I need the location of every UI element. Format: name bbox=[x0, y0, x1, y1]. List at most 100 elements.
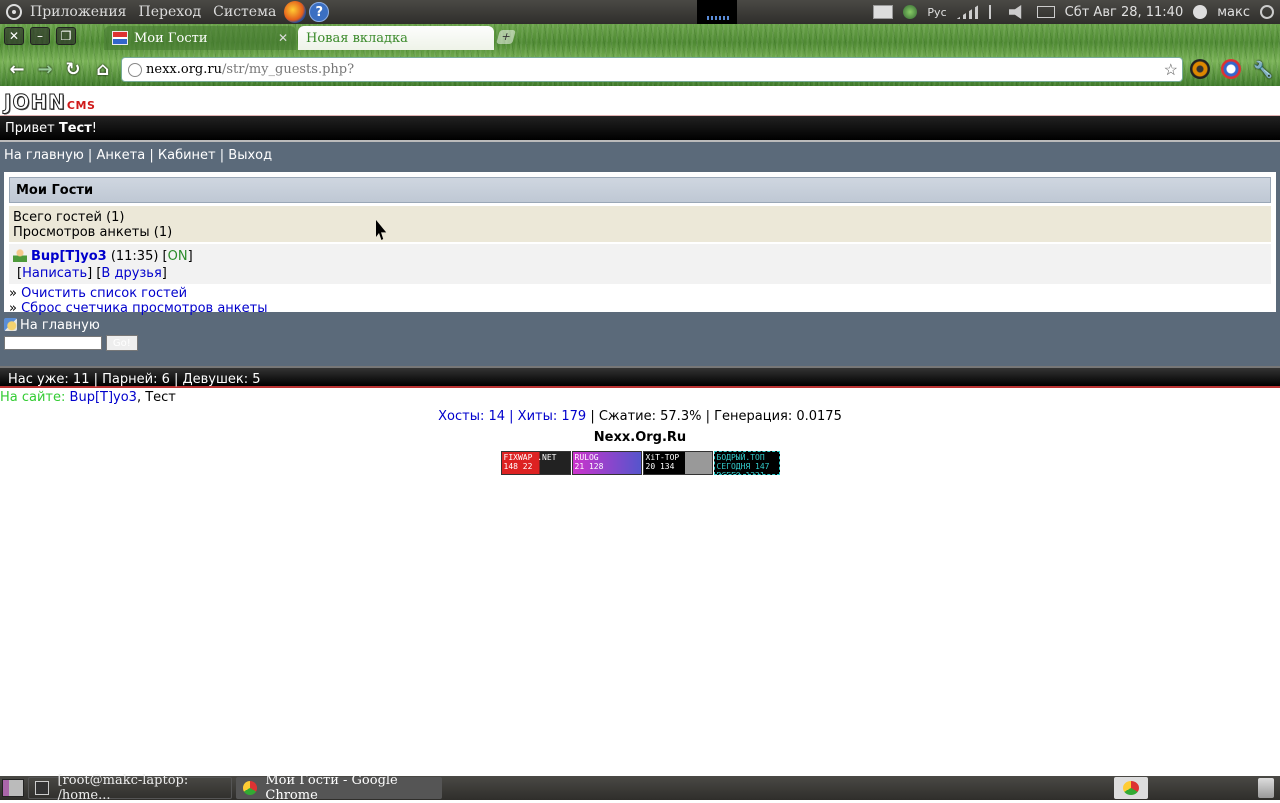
greeting-prefix: Привет bbox=[5, 121, 59, 136]
power-icon[interactable] bbox=[1260, 5, 1274, 19]
nav-logout[interactable]: Выход bbox=[228, 148, 272, 163]
clear-guests-link[interactable]: Очистить список гостей bbox=[21, 286, 187, 301]
applications-menu[interactable]: Приложения bbox=[30, 4, 126, 20]
mail-icon[interactable] bbox=[1036, 6, 1055, 18]
site-name: Nexx.Org.Ru bbox=[593, 430, 687, 445]
banner-top: XiT-TOP bbox=[645, 453, 680, 462]
address-bar[interactable]: nexx.org.ru/str/my_guests.php? ☆ bbox=[121, 57, 1183, 82]
minimize-window-icon[interactable]: – bbox=[30, 27, 50, 45]
maximize-window-icon[interactable]: ❐ bbox=[56, 27, 76, 45]
gps-navigator-select[interactable]: GPS Навигатор ▼ bbox=[4, 336, 102, 350]
bodryi-top-banner[interactable]: БОДРЫЙ.ТОПСЕГОДНЯ 147 ВСЕГО 1221 bbox=[713, 451, 780, 475]
fixwap-banner[interactable]: FIXWAP .NET 148 22 bbox=[500, 451, 571, 475]
total-guests: Всего гостей (1) bbox=[13, 210, 125, 225]
network-globe-icon[interactable] bbox=[903, 5, 918, 19]
banner-bottom: СЕГОДНЯ 147 ВСЕГО 1221 bbox=[716, 462, 770, 474]
go-button[interactable]: Go! bbox=[105, 335, 138, 351]
counter-banners: FIXWAP .NET 148 22 RULOG 21 128 XiT-TOP 20 … bbox=[0, 451, 1280, 475]
system-menu[interactable]: Система bbox=[213, 4, 276, 20]
user-icon bbox=[13, 248, 27, 262]
close-window-icon[interactable]: ✕ bbox=[4, 27, 24, 45]
online-label: На сайте: bbox=[0, 390, 66, 405]
forward-icon[interactable]: → bbox=[34, 58, 56, 80]
user-status-icon[interactable] bbox=[1193, 5, 1208, 19]
show-desktop-icon[interactable] bbox=[2, 779, 24, 797]
wrench-menu-icon[interactable]: 🔧 bbox=[1252, 58, 1274, 80]
keyboard-layout-indicator[interactable]: Рус bbox=[927, 6, 946, 19]
write-message-link[interactable]: Написать bbox=[22, 266, 87, 281]
banner-bottom: 20 134 bbox=[645, 462, 675, 471]
footer-stats: Нас уже: 11 | Парней: 6 | Девушек: 5 bbox=[0, 366, 1280, 388]
tab-my-guests[interactable]: Мои Гости ✕ bbox=[104, 26, 296, 50]
site-favicon-icon bbox=[112, 31, 128, 45]
guest-name-link[interactable]: Bup[T]yo3 bbox=[31, 249, 107, 264]
page-info-icon[interactable] bbox=[128, 63, 142, 77]
home-icon bbox=[4, 318, 17, 331]
page-title: Мои Гости bbox=[9, 177, 1271, 203]
online-user: Тест bbox=[145, 390, 176, 405]
tab-title: Новая вкладка bbox=[306, 30, 408, 46]
system-monitor-applet[interactable] bbox=[697, 0, 737, 24]
user-name[interactable]: макс bbox=[1217, 5, 1250, 20]
site-counters: Хосты: 14 | Хиты: 179 | Сжатие: 57.3% | … bbox=[0, 409, 1280, 424]
nav-cabinet[interactable]: Кабинет bbox=[158, 148, 216, 163]
workspace-switcher[interactable] bbox=[1114, 777, 1148, 799]
bookmark-star-icon[interactable]: ☆ bbox=[1164, 60, 1178, 79]
banner-top: RULOG bbox=[574, 453, 599, 462]
tab-new-tab[interactable]: Новая вкладка bbox=[298, 26, 494, 50]
url-path: /str/my_guests.php? bbox=[221, 62, 355, 77]
task-label: Мои Гости - Google Chrome bbox=[265, 773, 398, 803]
rulog-banner[interactable]: RULOG 21 128 bbox=[571, 451, 642, 475]
gps-select-value: GPS Навигатор bbox=[8, 337, 88, 349]
tab-title: Мои Гости bbox=[134, 30, 208, 46]
terminal-icon bbox=[35, 781, 50, 795]
xittop-banner[interactable]: XiT-TOP 20 134 bbox=[642, 451, 713, 475]
greeting-bar: Привет Тест! bbox=[0, 116, 1280, 142]
new-tab-button[interactable]: + bbox=[496, 30, 516, 44]
logo-subtext: CMS bbox=[66, 99, 96, 112]
add-friend-link[interactable]: В друзья bbox=[101, 266, 161, 281]
hosts-hits-link[interactable]: Хосты: 14 | Хиты: 179 bbox=[438, 409, 586, 424]
web-page: JOHN CMS Привет Тест! На главную | Анкета… bbox=[0, 86, 1280, 776]
profile-views: Просмотров анкеты (1) bbox=[13, 225, 173, 240]
online-users: На сайте: Bup[T]yo3, Тест bbox=[0, 390, 176, 405]
bottom-panel: [root@makc-laptop: /home... Мои Гости - … bbox=[0, 773, 1280, 803]
chrome-icon bbox=[243, 781, 258, 795]
home-link[interactable]: На главную bbox=[20, 318, 100, 333]
tab-close-icon[interactable]: ✕ bbox=[278, 31, 288, 45]
banner-bottom: 21 128 bbox=[574, 462, 604, 471]
task-chrome[interactable]: Мои Гости - Google Chrome bbox=[236, 773, 442, 803]
nav-profile[interactable]: Анкета bbox=[96, 148, 145, 163]
wireless-signal-icon[interactable] bbox=[956, 5, 979, 19]
display-icon[interactable] bbox=[873, 5, 894, 19]
home-icon[interactable]: ⌂ bbox=[92, 58, 114, 80]
seo-extension-icon[interactable] bbox=[1221, 59, 1241, 79]
site-logo[interactable]: JOHN CMS bbox=[4, 90, 96, 115]
guest-stats: Всего гостей (1) Просмотров анкеты (1) bbox=[9, 206, 1271, 242]
extension-icon[interactable] bbox=[1190, 59, 1210, 79]
back-icon[interactable]: ← bbox=[6, 58, 28, 80]
guests-panel: Мои Гости Всего гостей (1) Просмотров ан… bbox=[4, 172, 1276, 316]
clock[interactable]: Сбт Авг 28, 11:40 bbox=[1065, 5, 1184, 20]
places-menu[interactable]: Переход bbox=[138, 4, 201, 20]
greeting-suffix: ! bbox=[91, 121, 97, 136]
top-panel: Приложения Переход Система ? Рус Сбт Авг… bbox=[0, 0, 1280, 24]
trash-icon[interactable] bbox=[1258, 778, 1274, 798]
reset-views-link[interactable]: Сброс счетчика просмотров анкеты bbox=[21, 301, 267, 316]
chrome-icon bbox=[1123, 781, 1139, 795]
reload-icon[interactable]: ↻ bbox=[62, 58, 84, 80]
firefox-launcher-icon[interactable] bbox=[284, 1, 307, 23]
greeting-name: Тест bbox=[58, 121, 92, 136]
list-item: Bup[T]yo3 (11:35) [ON] [Написать] [В дру… bbox=[9, 244, 1271, 284]
volume-icon[interactable] bbox=[1008, 5, 1022, 19]
nav-home[interactable]: На главную bbox=[4, 148, 84, 163]
task-terminal[interactable]: [root@makc-laptop: /home... bbox=[28, 773, 232, 803]
online-user-link[interactable]: Bup[T]yo3 bbox=[70, 390, 137, 405]
bluetooth-icon[interactable] bbox=[988, 5, 999, 19]
help-icon[interactable]: ? bbox=[309, 2, 330, 22]
banner-bottom: 148 22 bbox=[503, 462, 533, 471]
url-host: nexx.org.ru bbox=[146, 62, 222, 77]
ubuntu-logo-icon[interactable] bbox=[6, 4, 22, 20]
main-nav: На главную | Анкета | Кабинет | Выход bbox=[4, 148, 273, 163]
browser-frame: ✕ – ❐ Мои Гости ✕ Новая вкладка + ← → ↻ … bbox=[0, 24, 1280, 86]
